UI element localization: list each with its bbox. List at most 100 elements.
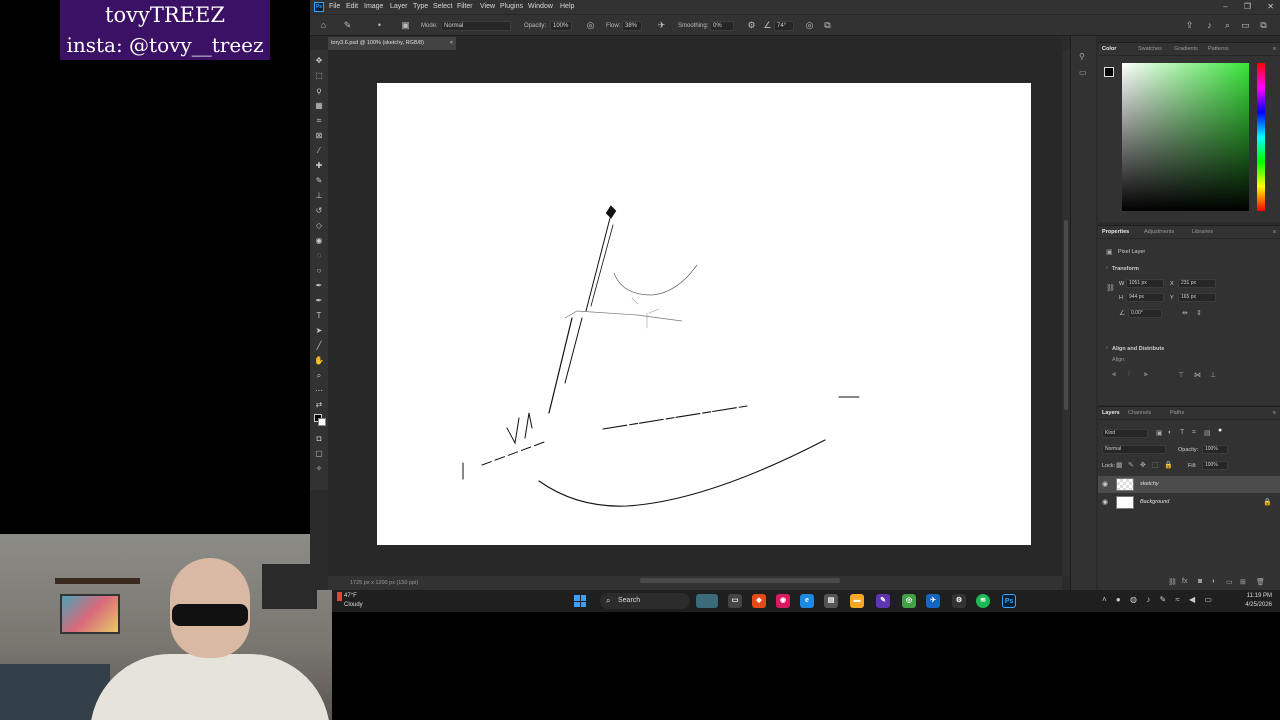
lock-all-icon[interactable]: 🔒 [1164,461,1173,469]
background-color-swatch[interactable] [318,418,326,426]
zoom-tool-icon[interactable]: ⌕ [314,371,324,381]
pen-tool-icon[interactable]: ✒ [314,281,324,291]
restore-button[interactable]: ❐ [1244,2,1251,11]
document-tab[interactable]: tory3.6.psd @ 100% (sketchy, RGB/8) × [328,37,456,50]
mode-select[interactable]: Normal [441,21,511,31]
layer-style-icon[interactable]: fx [1182,578,1187,585]
swap-colors-icon[interactable]: ⇄ [314,400,324,410]
tray-pen-icon[interactable]: ✎ [1159,595,1166,604]
color-panel-foreground[interactable] [1104,67,1114,77]
filter-smart-icon[interactable]: ▤ [1204,429,1211,437]
share-icon[interactable]: ⇪ [1184,20,1195,31]
layer-opacity-field[interactable]: 100% [1202,445,1228,454]
menu-view[interactable]: View [480,3,495,10]
edge-icon[interactable]: e [800,594,814,608]
app-icon-4[interactable]: ✈ [926,594,940,608]
layer-name[interactable]: Background [1140,499,1169,505]
x-field[interactable]: 231 px [1178,279,1216,288]
task-view-icon[interactable]: ▭ [728,594,742,608]
width-field[interactable]: 1051 px [1126,279,1164,288]
align-left-icon[interactable]: ⫷ [1112,371,1116,379]
filter-toggle-icon[interactable]: ● [1218,427,1222,434]
tab-channels[interactable]: Channels [1128,407,1151,420]
vertical-scroll-thumb[interactable] [1064,220,1068,410]
align-right-icon[interactable]: ⫸ [1144,371,1148,379]
filter-type-icon[interactable]: T [1180,429,1184,436]
tab-paths[interactable]: Paths [1170,407,1184,420]
filter-shape-icon[interactable]: ⌗ [1192,429,1196,437]
minimize-button[interactable]: – [1223,2,1227,11]
menu-select[interactable]: Select [433,3,452,10]
adjustment-layer-icon[interactable]: ◐ [1212,578,1216,585]
brush-preset-icon[interactable]: • [374,20,385,31]
align-middle-v-icon[interactable]: ⋈ [1194,371,1201,379]
eraser-tool-icon[interactable]: ◇ [314,221,324,231]
brush-tool-icon-left[interactable]: ✎ [314,176,324,186]
pen-app-icon[interactable]: ✎ [876,594,890,608]
symmetry-icon[interactable]: ⧉ [822,20,833,31]
pressure-size-icon[interactable]: ◎ [804,20,815,31]
flow-field[interactable]: 38% [622,21,642,31]
menu-layer[interactable]: Layer [390,3,408,10]
comments-panel-icon[interactable]: ▭ [1079,68,1087,77]
app-icon-1[interactable]: ◆ [752,594,766,608]
fill-field[interactable]: 100% [1202,461,1228,470]
menu-edit[interactable]: Edit [346,3,358,10]
tray-display-icon[interactable]: ▭ [1204,595,1212,604]
clock[interactable]: 11:19 PM 4/25/2026 [1245,592,1272,610]
brush-settings-icon[interactable]: ▣ [400,20,411,31]
angle-field[interactable]: 74° [774,21,794,31]
horizontal-scroll-thumb[interactable] [640,578,840,583]
layer-row-sketchy[interactable]: ◉ sketchy [1098,476,1280,493]
pen-tool-2-icon[interactable]: ✒ [314,296,324,306]
align-top-icon[interactable]: ⊤ [1178,371,1184,379]
color-panel-menu-icon[interactable]: ≡ [1273,43,1276,56]
quick-mask-icon[interactable]: ◘ [314,434,324,444]
tray-mic-icon[interactable]: ♪ [1146,595,1150,604]
photoshop-logo-icon[interactable]: Ps [314,2,324,12]
layers-menu-icon[interactable]: ≡ [1273,407,1276,420]
link-dimensions-icon[interactable]: ⛓ [1106,284,1115,292]
tray-volume-icon[interactable]: ◀ [1189,595,1195,604]
tab-libraries[interactable]: Libraries [1192,226,1213,239]
tray-chevron-icon[interactable]: ˄ [1102,595,1107,604]
flip-horizontal-icon[interactable]: ⇹ [1182,309,1188,317]
menu-file[interactable]: File [329,3,340,10]
tab-properties[interactable]: Properties [1102,226,1129,239]
menu-type[interactable]: Type [413,3,428,10]
tab-swatches[interactable]: Swatches [1138,43,1162,56]
smoothing-gear-icon[interactable]: ⚙ [746,20,757,31]
close-button[interactable]: ✕ [1267,2,1274,11]
marquee-tool-icon[interactable]: ⬚ [314,71,324,81]
lasso-tool-icon[interactable]: ϙ [314,86,324,96]
file-explorer-icon[interactable]: ▬ [850,594,864,608]
opacity-field[interactable]: 100% [550,21,572,31]
spotify-icon[interactable]: ≋ [976,594,990,608]
app-icon-3[interactable]: ▤ [824,594,838,608]
align-chevron-icon[interactable]: › [1106,345,1108,351]
vertical-scrollbar[interactable] [1062,50,1070,576]
settings-icon[interactable]: ⚙ [952,594,966,608]
menu-help[interactable]: Help [560,3,574,10]
properties-menu-icon[interactable]: ≡ [1273,226,1276,239]
start-button-icon[interactable] [574,595,586,607]
menu-filter[interactable]: Filter [457,3,473,10]
dodge-tool-icon[interactable]: ○ [314,266,324,276]
filter-pixel-icon[interactable]: ▣ [1156,429,1163,437]
tab-gradients[interactable]: Gradients [1174,43,1198,56]
tab-layers[interactable]: Layers [1102,407,1120,420]
lock-position-icon[interactable]: ✥ [1140,461,1146,469]
brush-tool-icon[interactable]: ✎ [342,20,353,31]
move-tool-icon[interactable]: ✥ [314,56,324,66]
eyedropper-tool-icon[interactable]: ⁄ [314,146,324,156]
search-icon[interactable]: ⌕ [1222,20,1233,31]
height-field[interactable]: 944 px [1126,293,1164,302]
close-document-icon[interactable]: × [450,37,453,50]
tab-patterns[interactable]: Patterns [1208,43,1228,56]
layer-row-background[interactable]: ◉ Background 🔒 [1098,494,1280,511]
generative-icon[interactable]: ✧ [314,464,324,474]
layer-name[interactable]: sketchy [1140,481,1159,487]
screen-mode-icon[interactable]: ▢ [314,449,324,459]
stamp-tool-icon[interactable]: ⊥ [314,191,324,201]
menu-image[interactable]: Image [364,3,383,10]
